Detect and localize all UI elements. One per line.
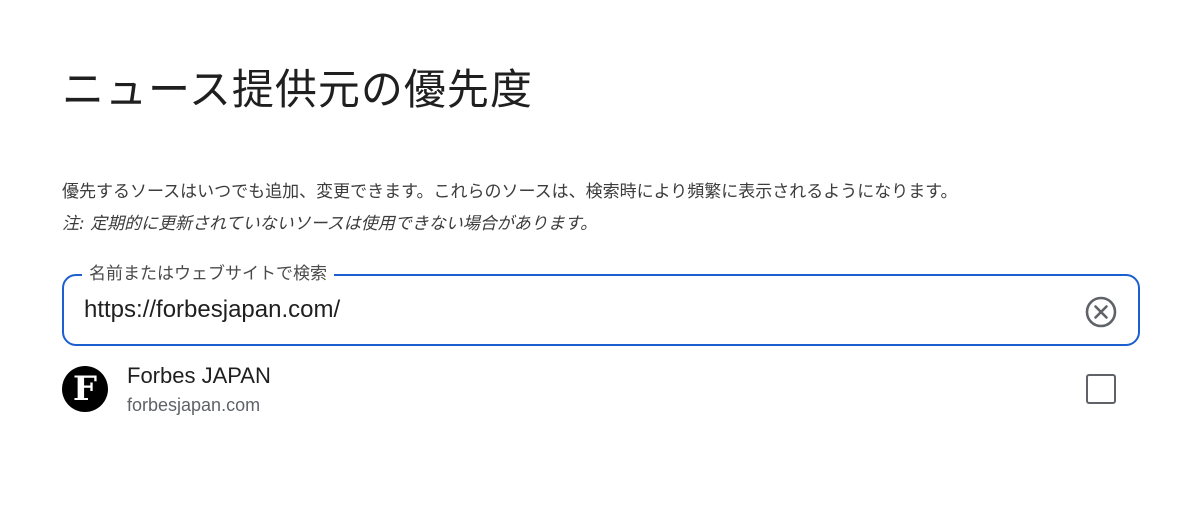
search-input[interactable] — [84, 292, 1044, 328]
source-name: Forbes JAPAN — [127, 363, 271, 388]
page-note: 注: 定期的に更新されていないソースは使用できない場合があります。 — [62, 214, 598, 234]
forbes-logo-icon: F — [62, 366, 108, 412]
search-field[interactable]: 名前またはウェブサイトで検索 — [62, 262, 1140, 346]
search-field-label: 名前またはウェブサイトで検索 — [82, 262, 334, 286]
page-description: 優先するソースはいつでも追加、変更できます。これらのソースは、検索時により頻繁に… — [62, 182, 958, 202]
select-source-checkbox[interactable] — [1086, 374, 1116, 404]
news-source-priority-page: ニュース提供元の優先度 優先するソースはいつでも追加、変更できます。これらのソー… — [0, 0, 1200, 514]
page-title: ニュース提供元の優先度 — [62, 65, 533, 114]
clear-icon[interactable] — [1084, 295, 1118, 329]
list-item[interactable]: F Forbes JAPAN forbesjapan.com — [62, 362, 1140, 422]
source-domain: forbesjapan.com — [127, 395, 261, 415]
